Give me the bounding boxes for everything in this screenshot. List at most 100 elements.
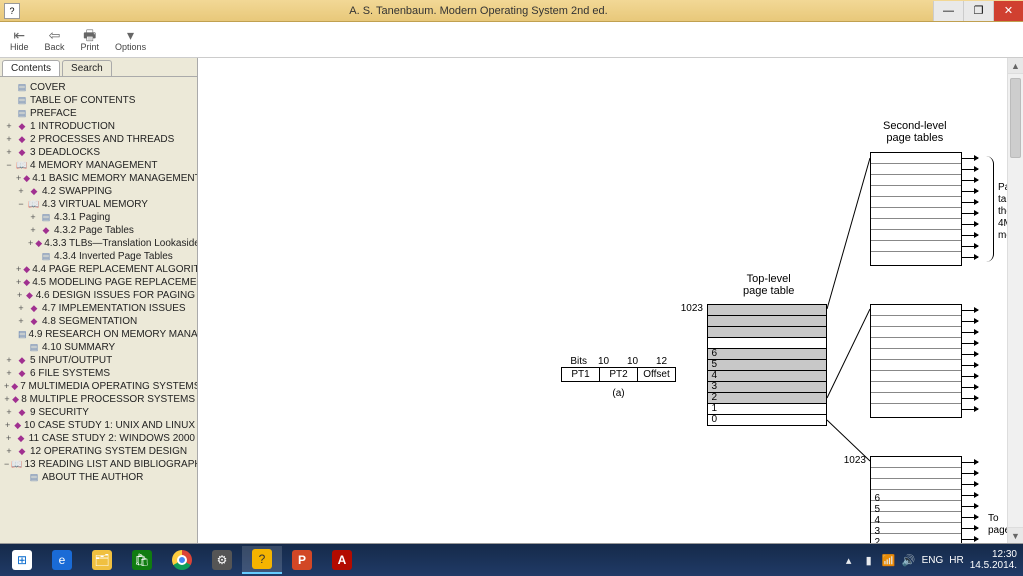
- toc-item[interactable]: +◆12 OPERATING SYSTEM DESIGN: [4, 445, 195, 458]
- page-icon: ▤: [28, 341, 40, 354]
- expand-icon[interactable]: +: [4, 445, 14, 458]
- toc-item[interactable]: +◆4.1 BASIC MEMORY MANAGEMENT: [4, 172, 195, 185]
- back-button[interactable]: ⇦ Back: [41, 26, 69, 54]
- toc-item[interactable]: ▤4.3.4 Inverted Page Tables: [4, 250, 195, 263]
- powerpoint-button[interactable]: P: [282, 546, 322, 574]
- expand-icon[interactable]: +: [16, 315, 26, 328]
- toc-label: 4.3.2 Page Tables: [54, 224, 134, 237]
- expand-icon[interactable]: +: [28, 237, 33, 250]
- chapter-icon: ◆: [28, 315, 40, 328]
- windows-icon: ⊞: [12, 550, 32, 570]
- toc-label: 4.3 VIRTUAL MEMORY: [42, 198, 148, 211]
- tray-chevron-icon[interactable]: ▴: [842, 553, 856, 567]
- adobe-reader-button[interactable]: A: [322, 546, 362, 574]
- expand-icon[interactable]: −: [4, 458, 9, 471]
- expand-icon[interactable]: +: [4, 393, 10, 406]
- expand-icon[interactable]: +: [4, 133, 14, 146]
- help-button[interactable]: ?: [242, 546, 282, 574]
- start-button[interactable]: ⊞: [2, 546, 42, 574]
- expand-icon[interactable]: +: [16, 263, 21, 276]
- toc-item[interactable]: ▤4.10 SUMMARY: [4, 341, 195, 354]
- expand-icon[interactable]: +: [4, 354, 14, 367]
- main-area: Contents Search ▤COVER▤TABLE OF CONTENTS…: [0, 58, 1023, 544]
- store-button[interactable]: 🛍: [122, 546, 162, 574]
- toc-label: 4.7 IMPLEMENTATION ISSUES: [42, 302, 186, 315]
- toc-item[interactable]: +◆3 DEADLOCKS: [4, 146, 195, 159]
- tray-clock[interactable]: 12:30 14.5.2014.: [970, 549, 1017, 571]
- toc-item[interactable]: +◆4.6 DESIGN ISSUES FOR PAGING: [4, 289, 195, 302]
- toc-item[interactable]: +◆4.3.3 TLBs—Translation Lookaside Buffe…: [4, 237, 195, 250]
- expand-icon[interactable]: +: [16, 172, 21, 185]
- expand-icon[interactable]: +: [4, 380, 9, 393]
- toc-item[interactable]: ▤COVER: [4, 81, 195, 94]
- toc-item[interactable]: −📖4 MEMORY MANAGEMENT: [4, 159, 195, 172]
- tray-network-icon[interactable]: 📶: [882, 553, 896, 567]
- toc-item[interactable]: +◆4.8 SEGMENTATION: [4, 315, 195, 328]
- expand-icon[interactable]: +: [4, 120, 14, 133]
- maximize-button[interactable]: ❐: [963, 1, 993, 21]
- tray-language[interactable]: ENG: [922, 555, 944, 566]
- page-icon: ▤: [16, 81, 28, 94]
- toc-item[interactable]: −📖13 READING LIST AND BIBLIOGRAPHY: [4, 458, 195, 471]
- vertical-scrollbar[interactable]: ▲ ▼: [1007, 58, 1023, 543]
- chrome-button[interactable]: [162, 546, 202, 574]
- expand-icon[interactable]: +: [4, 419, 11, 432]
- toc-item[interactable]: ▤PREFACE: [4, 107, 195, 120]
- expand-icon[interactable]: +: [28, 224, 38, 237]
- tray-volume-icon[interactable]: 🔊: [902, 553, 916, 567]
- expand-icon[interactable]: −: [4, 159, 14, 172]
- hide-button[interactable]: ⇤ Hide: [6, 26, 33, 54]
- tray-battery-icon[interactable]: ▮: [862, 553, 876, 567]
- tray-keyboard[interactable]: HR: [949, 555, 963, 566]
- toc-label: ABOUT THE AUTHOR: [42, 471, 143, 484]
- close-button[interactable]: ✕: [993, 1, 1023, 21]
- tab-search[interactable]: Search: [62, 60, 112, 76]
- expand-icon[interactable]: −: [16, 198, 26, 211]
- toc-item[interactable]: +◆11 CASE STUDY 2: WINDOWS 2000: [4, 432, 195, 445]
- minimize-button[interactable]: —: [933, 1, 963, 21]
- toc-item[interactable]: +▤4.3.1 Paging: [4, 211, 195, 224]
- options-button[interactable]: ▾ Options: [111, 26, 150, 54]
- expand-icon[interactable]: +: [16, 302, 26, 315]
- scroll-up-icon[interactable]: ▲: [1008, 58, 1023, 74]
- toc-item[interactable]: +◆10 CASE STUDY 1: UNIX AND LINUX: [4, 419, 195, 432]
- toc-item[interactable]: +◆4.2 SWAPPING: [4, 185, 195, 198]
- toc-item[interactable]: +◆6 FILE SYSTEMS: [4, 367, 195, 380]
- toc-item[interactable]: +◆7 MULTIMEDIA OPERATING SYSTEMS: [4, 380, 195, 393]
- toc-item[interactable]: +◆5 INPUT/OUTPUT: [4, 354, 195, 367]
- toc-item[interactable]: +◆4.3.2 Page Tables: [4, 224, 195, 237]
- toc-item[interactable]: +◆2 PROCESSES AND THREADS: [4, 133, 195, 146]
- expand-icon[interactable]: +: [4, 367, 14, 380]
- expand-icon[interactable]: +: [16, 276, 21, 289]
- expand-icon[interactable]: +: [16, 185, 26, 198]
- scroll-thumb[interactable]: [1010, 78, 1021, 158]
- toc-item[interactable]: +◆9 SECURITY: [4, 406, 195, 419]
- expand-icon[interactable]: +: [4, 406, 14, 419]
- toc-tree[interactable]: ▤COVER▤TABLE OF CONTENTS▤PREFACE+◆1 INTR…: [0, 77, 197, 543]
- tab-contents[interactable]: Contents: [2, 60, 60, 76]
- toc-item[interactable]: +◆8 MULTIPLE PROCESSOR SYSTEMS: [4, 393, 195, 406]
- print-button[interactable]: 🖶 Print: [77, 26, 104, 54]
- expand-icon[interactable]: +: [4, 432, 13, 445]
- toc-label: 8 MULTIPLE PROCESSOR SYSTEMS: [21, 393, 195, 406]
- scroll-down-icon[interactable]: ▼: [1008, 527, 1023, 543]
- ie-button[interactable]: e: [42, 546, 82, 574]
- toc-label: 4.10 SUMMARY: [42, 341, 115, 354]
- explorer-button[interactable]: 🗂: [82, 546, 122, 574]
- expand-icon[interactable]: +: [16, 289, 23, 302]
- toc-item[interactable]: +◆4.5 MODELING PAGE REPLACEMENT: [4, 276, 195, 289]
- toc-item[interactable]: ▤ABOUT THE AUTHOR: [4, 471, 195, 484]
- expand-icon[interactable]: +: [4, 146, 14, 159]
- toc-item[interactable]: +◆1 INTRODUCTION: [4, 120, 195, 133]
- expand-icon[interactable]: +: [28, 211, 38, 224]
- toc-item[interactable]: +◆4.7 IMPLEMENTATION ISSUES: [4, 302, 195, 315]
- toc-item[interactable]: ▤TABLE OF CONTENTS: [4, 94, 195, 107]
- toc-item[interactable]: ▤4.9 RESEARCH ON MEMORY MANAGEMENT: [4, 328, 195, 341]
- settings-button[interactable]: ⚙: [202, 546, 242, 574]
- toc-label: 4 MEMORY MANAGEMENT: [30, 159, 157, 172]
- chapter-icon: ◆: [35, 237, 42, 250]
- toc-item[interactable]: −📖4.3 VIRTUAL MEMORY: [4, 198, 195, 211]
- toc-item[interactable]: +◆4.4 PAGE REPLACEMENT ALGORITHMS: [4, 263, 195, 276]
- chrome-icon: [172, 550, 192, 570]
- chapter-icon: ◆: [28, 185, 40, 198]
